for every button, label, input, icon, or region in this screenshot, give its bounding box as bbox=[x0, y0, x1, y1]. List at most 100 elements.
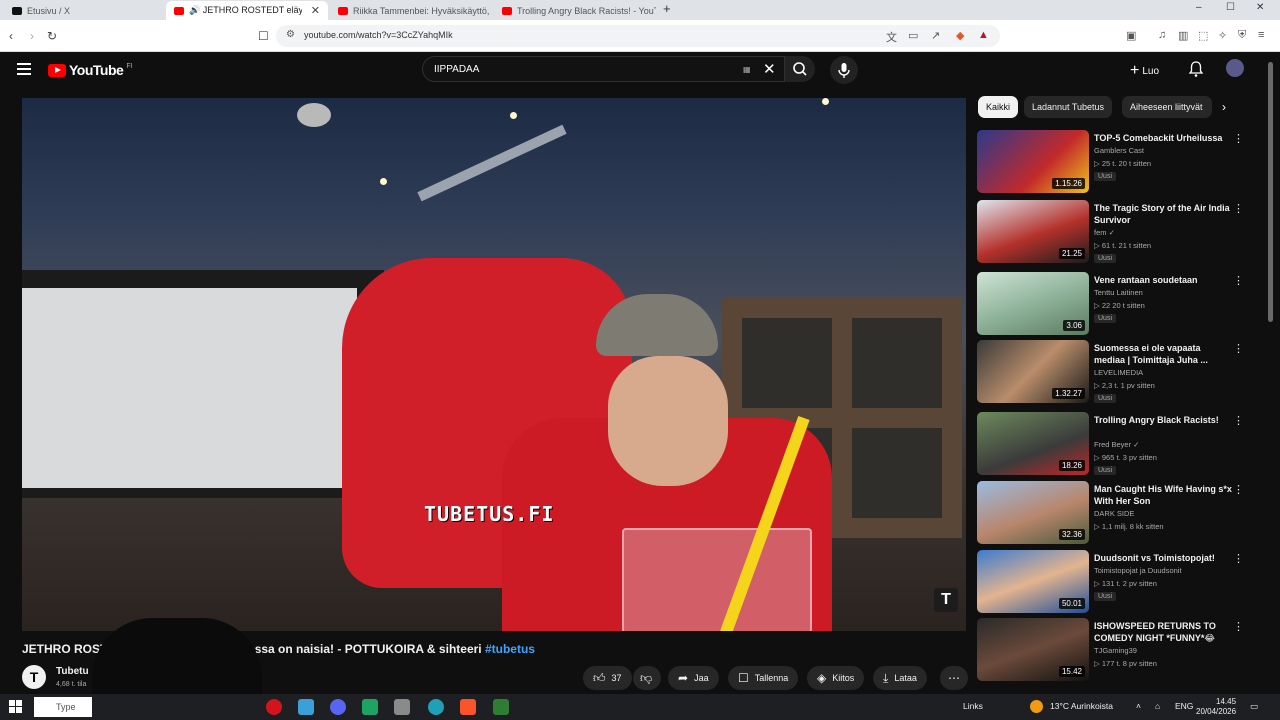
back-arrow-icon[interactable]: ‹ bbox=[9, 29, 13, 43]
search-input[interactable]: IIPPADAA ▦ ✕ bbox=[422, 56, 785, 82]
shield-app-icon[interactable] bbox=[394, 699, 410, 715]
more-options-icon[interactable]: ⋮ bbox=[1233, 620, 1244, 633]
more-options-icon[interactable]: ⋮ bbox=[1233, 552, 1244, 565]
recommendation-channel[interactable]: Tenttu Laitinen bbox=[1094, 288, 1143, 297]
reading-list-icon[interactable]: ▥ bbox=[1178, 29, 1188, 42]
edge-icon[interactable] bbox=[428, 699, 444, 715]
chip-all[interactable]: Kaikki bbox=[978, 96, 1019, 118]
recommendation-item[interactable]: 1.32.27 Suomessa ei ole vapaata mediaa | … bbox=[977, 340, 1257, 404]
recommendation-channel[interactable]: TJGaming39 bbox=[1094, 646, 1137, 655]
browser-tab[interactable]: Trolling Angry Black Racists! - YouTub bbox=[494, 1, 656, 20]
keyboard-icon[interactable]: ▦ bbox=[743, 65, 751, 74]
browser-tab[interactable]: Etusivu / X bbox=[4, 1, 164, 20]
voice-search-button[interactable] bbox=[830, 56, 858, 84]
more-options-icon[interactable]: ⋮ bbox=[1233, 202, 1244, 215]
create-button[interactable]: + Luo bbox=[1130, 62, 1159, 80]
opera-icon[interactable] bbox=[266, 699, 282, 715]
recommendation-item[interactable]: 32.36 Man Caught His Wife Having s*x With… bbox=[977, 481, 1257, 545]
like-button[interactable]: 👍︎ 37 bbox=[583, 666, 632, 690]
leo-icon[interactable]: ✧ bbox=[1218, 29, 1227, 42]
language-indicator[interactable]: ENG bbox=[1175, 701, 1193, 711]
recommendation-title[interactable]: ISHOWSPEED RETURNS TO COMEDY NIGHT *FUNN… bbox=[1094, 620, 1234, 644]
scrollbar[interactable] bbox=[1268, 62, 1273, 322]
notification-center-icon[interactable]: ▭ bbox=[1250, 701, 1258, 712]
site-info-icon[interactable]: ⚙ bbox=[286, 29, 295, 40]
video-thumbnail[interactable]: 21.25 bbox=[977, 200, 1089, 263]
recommendation-title[interactable]: Man Caught His Wife Having s*x With Her … bbox=[1094, 483, 1234, 507]
links-toolbar[interactable]: Links bbox=[963, 701, 983, 711]
menu-icon[interactable]: ≡ bbox=[1258, 29, 1264, 41]
more-options-icon[interactable]: ⋮ bbox=[1233, 483, 1244, 496]
recommendation-item[interactable]: 21.25 The Tragic Story of the Air India S… bbox=[977, 200, 1257, 264]
terminal-icon[interactable] bbox=[493, 699, 509, 715]
recommendation-item[interactable]: 1.15.26 TOP-5 Comebackit Urheilussa Gamble… bbox=[977, 130, 1257, 194]
windows-start-icon[interactable] bbox=[9, 700, 22, 713]
chevron-right-icon[interactable]: › bbox=[1222, 100, 1226, 114]
recommendation-channel[interactable]: Gamblers Cast bbox=[1094, 146, 1144, 155]
recommendation-title[interactable]: Duudsonit vs Toimistopojat! bbox=[1094, 552, 1234, 564]
recommendation-channel[interactable]: Toimistopojat ja Duudsonit bbox=[1094, 566, 1182, 575]
video-thumbnail[interactable]: 18.26 bbox=[977, 412, 1089, 475]
brave-shield-icon[interactable]: ◆ bbox=[956, 29, 964, 42]
recommendation-title[interactable]: Trolling Angry Black Racists! bbox=[1094, 414, 1234, 426]
chip-related[interactable]: Aiheeseen liittyvät bbox=[1122, 96, 1212, 118]
weather-text[interactable]: 13°C Aurinkoista bbox=[1050, 701, 1113, 711]
vpn-icon[interactable]: ⛨ bbox=[1238, 29, 1246, 42]
brave-icon[interactable] bbox=[460, 699, 476, 715]
network-icon[interactable]: ⌂ bbox=[1155, 701, 1160, 711]
clear-search-icon[interactable]: ✕ bbox=[763, 60, 776, 78]
forward-arrow-icon[interactable]: › bbox=[30, 29, 34, 43]
translate-icon[interactable]: 文 bbox=[886, 29, 897, 45]
video-thumbnail[interactable]: 1.32.27 bbox=[977, 340, 1089, 403]
bookmark-icon[interactable]: ☐ bbox=[258, 29, 269, 43]
notifications-bell-icon[interactable] bbox=[1188, 60, 1204, 78]
tray-chevron-icon[interactable]: ˄ bbox=[1136, 701, 1141, 711]
close-window-button[interactable]: ✕ bbox=[1256, 2, 1264, 13]
thanks-button[interactable]: ◈ Kiitos bbox=[807, 666, 865, 690]
extensions-icon[interactable]: ⬚ bbox=[1198, 29, 1208, 42]
recommendation-channel[interactable]: DARK SIDE bbox=[1094, 509, 1134, 518]
recommendation-item[interactable]: 50.01 Duudsonit vs Toimistopojat! Toimisto… bbox=[977, 550, 1257, 614]
taskbar-search-input[interactable]: Type bbox=[34, 697, 92, 717]
recommendation-channel[interactable]: LEVELIMEDIA bbox=[1094, 368, 1143, 377]
recommendation-item[interactable]: 15.42 ISHOWSPEED RETURNS TO COMEDY NIGHT … bbox=[977, 618, 1257, 682]
recommendation-channel[interactable]: fem ✓ bbox=[1094, 228, 1115, 237]
discord-icon[interactable] bbox=[330, 699, 346, 715]
share-icon[interactable]: ↗ bbox=[931, 29, 940, 42]
more-actions-button[interactable]: ⋯ bbox=[940, 666, 968, 690]
video-thumbnail[interactable]: 3.06 bbox=[977, 272, 1089, 335]
recommendation-title[interactable]: The Tragic Story of the Air India Surviv… bbox=[1094, 202, 1234, 226]
app-icon[interactable] bbox=[362, 699, 378, 715]
recommendation-channel[interactable]: Fred Beyer ✓ bbox=[1094, 440, 1139, 449]
maximize-button[interactable]: ☐ bbox=[1226, 2, 1235, 13]
hamburger-menu-icon[interactable] bbox=[17, 63, 31, 75]
download-button[interactable]: ⤓ Lataa bbox=[873, 666, 927, 690]
chip-uploaded-by[interactable]: Ladannut Tubetus bbox=[1024, 96, 1113, 118]
more-options-icon[interactable]: ⋮ bbox=[1233, 342, 1244, 355]
search-button[interactable] bbox=[785, 56, 815, 82]
hashtag-link[interactable]: #tubetus bbox=[485, 642, 535, 656]
sidebar-icon[interactable]: ▣ bbox=[1126, 29, 1136, 42]
more-options-icon[interactable]: ⋮ bbox=[1233, 414, 1244, 427]
photos-icon[interactable] bbox=[298, 699, 314, 715]
more-options-icon[interactable]: ⋮ bbox=[1233, 274, 1244, 287]
share-button[interactable]: ➦ Jaa bbox=[668, 666, 719, 690]
channel-avatar[interactable]: T bbox=[22, 665, 46, 689]
channel-watermark-icon[interactable]: T bbox=[934, 588, 958, 612]
brave-rewards-icon[interactable]: ▲ bbox=[978, 29, 989, 41]
browser-tab[interactable]: Riikka Tammenbei: Hyväksikäyttö, Pä bbox=[330, 1, 492, 20]
close-tab-icon[interactable]: ✕ bbox=[311, 4, 320, 17]
new-tab-button[interactable]: + bbox=[663, 1, 671, 16]
system-clock[interactable]: 14.45 20/04/2026 bbox=[1196, 697, 1236, 717]
video-thumbnail[interactable]: 1.15.26 bbox=[977, 130, 1089, 193]
recommendation-item[interactable]: 18.26 Trolling Angry Black Racists! Fred B… bbox=[977, 412, 1257, 476]
user-avatar[interactable] bbox=[1226, 59, 1244, 77]
video-player[interactable]: TUBETUS.FI T bbox=[22, 98, 966, 631]
recommendation-title[interactable]: TOP-5 Comebackit Urheilussa bbox=[1094, 132, 1234, 144]
recommendation-item[interactable]: 3.06 Vene rantaan soudetaan Tenttu Laitine… bbox=[977, 272, 1257, 336]
recommendation-title[interactable]: Vene rantaan soudetaan bbox=[1094, 274, 1234, 286]
video-thumbnail[interactable]: 15.42 bbox=[977, 618, 1089, 681]
channel-name[interactable]: Tubetu bbox=[56, 666, 89, 677]
minimize-button[interactable]: – bbox=[1196, 2, 1202, 13]
recommendation-title[interactable]: Suomessa ei ole vapaata mediaa | Toimitt… bbox=[1094, 342, 1234, 366]
